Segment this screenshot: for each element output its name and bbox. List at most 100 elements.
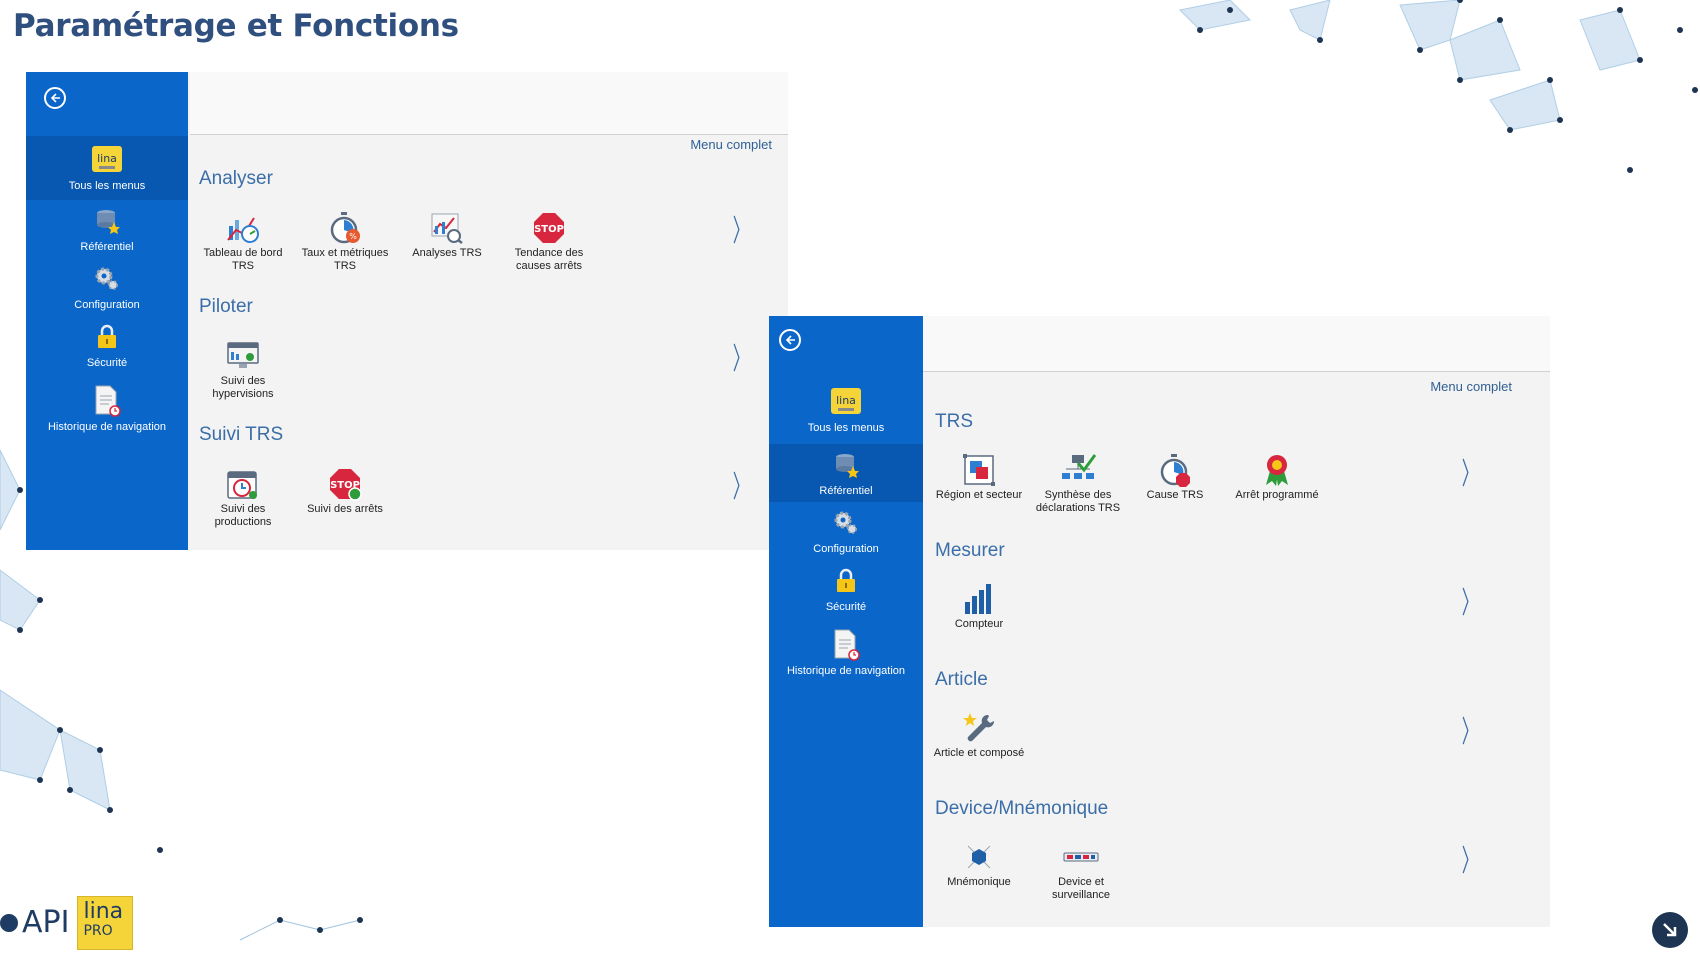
sidebar-item-configuration[interactable]: Configuration <box>769 502 923 560</box>
tile-arret-programme[interactable]: Arrêt programmé <box>1227 452 1327 502</box>
expand-chevron-device-mnemonique[interactable]: 〉 <box>1462 836 1479 880</box>
tile-label: Suivi des arrêts <box>307 503 383 515</box>
tile-label: Tableau de bord TRS <box>203 247 283 272</box>
tile-tableau-de-bord-trs[interactable]: Tableau de bord TRS <box>193 210 293 273</box>
tile-article-et-compose[interactable]: Article et composé <box>929 710 1029 760</box>
api-logo: API <box>0 905 69 940</box>
network-node-icon <box>961 839 997 875</box>
sidebar-item-label: Tous les menus <box>807 422 885 434</box>
tile-label: Mnémonique <box>947 876 1011 888</box>
section-title-device-mnemonique: Device/Mnémonique <box>935 798 1109 819</box>
bar-counter-icon <box>961 581 997 617</box>
sidebar-item-referentiel[interactable]: Référentiel <box>769 444 923 502</box>
page-title: Paramétrage et Fonctions <box>13 8 459 44</box>
sidebar-item-label: Référentiel <box>80 241 134 253</box>
expand-chevron-piloter[interactable]: 〉 <box>733 334 750 378</box>
tile-label: Taux et métriques TRS <box>301 247 389 272</box>
expand-chevron-mesurer[interactable]: 〉 <box>1462 578 1479 622</box>
dashboard-chart-icon <box>225 210 261 246</box>
tile-suivi-des-productions[interactable]: Suivi des productions <box>193 466 293 529</box>
sidebar-right: lina Tous les menus Référentiel Configur… <box>769 316 923 927</box>
tile-label: Suivi des hypervisions <box>212 375 274 400</box>
tile-tendance-des-causes-arrets[interactable]: STOP Tendance des causes arrêts <box>499 210 599 273</box>
lina-logo-text: lina <box>83 899 124 924</box>
sidebar-item-label: Historique de navigation <box>786 665 906 677</box>
stop-clock-icon: STOP <box>327 466 363 502</box>
tile-label: Cause TRS <box>1146 489 1204 501</box>
expand-chevron-article[interactable]: 〉 <box>1462 707 1479 751</box>
section-title-article: Article <box>935 669 988 690</box>
api-logo-text: API <box>22 905 70 940</box>
gears-icon <box>91 263 123 295</box>
tile-label: Analyses TRS <box>412 247 482 259</box>
award-ribbon-icon <box>1259 452 1295 488</box>
tile-device-et-surveillance[interactable]: Device et surveillance <box>1031 839 1131 902</box>
tile-compteur[interactable]: Compteur <box>929 581 1029 631</box>
tile-suivi-des-arrets[interactable]: STOP Suivi des arrêts <box>295 466 395 516</box>
tile-label: Suivi des productions <box>214 503 272 528</box>
section-title-piloter: Piloter <box>199 296 253 317</box>
wrench-star-icon <box>961 710 997 746</box>
sidebar-left: lina Tous les menus Référentiel Configur… <box>26 72 188 550</box>
sidebar-item-label: Tous les menus <box>68 180 146 192</box>
lina-logo-icon: lina <box>830 386 862 418</box>
database-star-icon <box>830 449 862 481</box>
back-arrow-circle-icon[interactable] <box>44 87 66 109</box>
menu-panel-right: lina Tous les menus Référentiel Configur… <box>769 316 1550 927</box>
globe-icon <box>0 913 18 932</box>
tile-suivi-des-hypervisions[interactable]: Suivi des hypervisions <box>193 338 293 401</box>
svg-text:STOP: STOP <box>534 224 564 235</box>
svg-text:lina: lina <box>97 152 117 165</box>
database-star-icon <box>91 205 123 237</box>
sidebar-item-tous-les-menus[interactable]: lina Tous les menus <box>769 378 923 442</box>
menu-complet-link[interactable]: Menu complet <box>690 137 772 152</box>
tile-taux-et-metriques-trs[interactable]: % Taux et métriques TRS <box>295 210 395 273</box>
sidebar-item-configuration[interactable]: Configuration <box>26 258 188 316</box>
tile-label: Arrêt programmé <box>1235 489 1319 501</box>
hierarchy-check-icon <box>1060 452 1096 488</box>
sidebar-item-securite[interactable]: Sécurité <box>26 316 188 374</box>
sidebar-item-historique[interactable]: Historique de navigation <box>26 374 188 444</box>
tile-cause-trs[interactable]: Cause TRS <box>1125 452 1225 502</box>
sidebar-item-securite[interactable]: Sécurité <box>769 560 923 618</box>
lina-pro-logo: lina PRO <box>77 896 134 950</box>
sidebar-item-tous-les-menus[interactable]: lina Tous les menus <box>26 136 188 200</box>
menu-complet-link[interactable]: Menu complet <box>1430 379 1512 394</box>
region-squares-icon <box>961 452 997 488</box>
expand-chevron-analyser[interactable]: 〉 <box>733 206 750 250</box>
expand-chevron-suivi-trs[interactable]: 〉 <box>733 462 750 506</box>
back-arrow-circle-icon[interactable] <box>779 329 801 351</box>
section-title-trs: TRS <box>935 411 973 432</box>
stopwatch-stop-icon <box>1157 452 1193 488</box>
sidebar-item-historique[interactable]: Historique de navigation <box>769 618 923 688</box>
lina-logo-icon: lina <box>91 144 123 176</box>
tile-analyses-trs[interactable]: Analyses TRS <box>397 210 497 260</box>
tile-label: Synthèse des déclarations TRS <box>1035 489 1121 514</box>
sidebar-item-referentiel[interactable]: Référentiel <box>26 200 188 258</box>
sidebar-item-label: Sécurité <box>86 357 128 369</box>
stop-sign-icon: STOP <box>531 210 567 246</box>
network-decoration-bottom <box>239 917 363 941</box>
section-title-suivi-trs: Suivi TRS <box>199 424 284 445</box>
svg-text:lina: lina <box>836 394 856 407</box>
tile-region-et-secteur[interactable]: Région et secteur <box>929 452 1029 502</box>
sidebar-item-label: Historique de navigation <box>47 421 167 433</box>
tile-synthese-des-declarations-trs[interactable]: Synthèse des déclarations TRS <box>1022 452 1134 515</box>
calendar-clock-icon <box>225 466 261 502</box>
document-clock-icon <box>830 629 862 661</box>
chart-analysis-icon <box>429 210 465 246</box>
monitor-icon <box>225 338 261 374</box>
arrow-down-right-icon[interactable] <box>1652 912 1688 948</box>
footer-logos: API lina PRO <box>0 896 134 956</box>
section-title-analyser: Analyser <box>199 168 273 189</box>
sidebar-item-label: Configuration <box>74 299 140 311</box>
tile-mnemonique[interactable]: Mnémonique <box>929 839 1029 889</box>
tile-label: Tendance des causes arrêts <box>514 247 584 272</box>
expand-chevron-trs[interactable]: 〉 <box>1462 449 1479 493</box>
pro-logo-text: PRO <box>83 923 113 939</box>
sidebar-item-label: Sécurité <box>825 601 867 613</box>
padlock-icon <box>91 321 123 353</box>
section-title-mesurer: Mesurer <box>935 540 1005 561</box>
document-clock-icon <box>91 385 123 417</box>
slide: Paramétrage et Fonctions lina Tous les m… <box>0 0 1700 956</box>
